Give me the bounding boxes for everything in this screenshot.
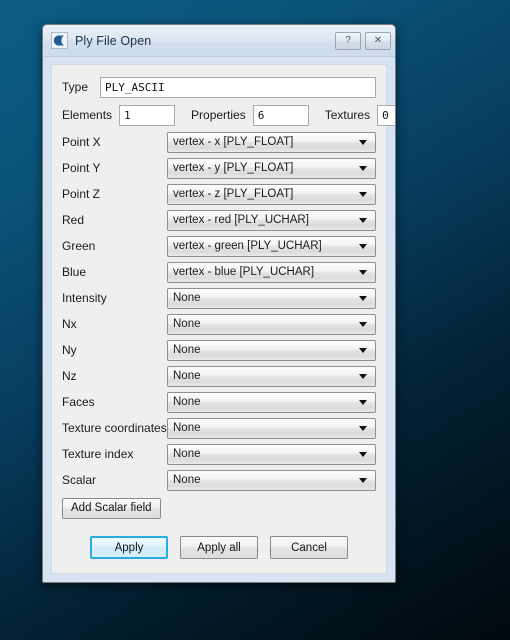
counts-row: Elements 1 Properties 6 Textures 0 [62,101,395,129]
type-row: Type PLY_ASCII [62,73,376,101]
mapping-value: None [173,370,201,382]
mapping-value: None [173,422,201,434]
form-panel: Type PLY_ASCII Elements 1 Properties 6 T… [51,64,395,574]
mapping-label: Nx [62,317,77,331]
mapping-combobox[interactable]: None [167,417,376,439]
chevron-down-icon[interactable] [359,295,367,301]
mapping-combobox[interactable]: None [167,391,376,413]
chevron-down-icon[interactable] [359,139,367,145]
dialog-titlebar[interactable]: Ply File Open ? ✕ [43,25,395,57]
mapping-label: Red [62,213,85,227]
apply-button[interactable]: Apply [90,536,168,559]
mapping-combobox[interactable]: None [167,339,376,361]
mapping-row: Nz None [62,363,376,389]
mapping-value: None [173,396,201,408]
type-input[interactable]: PLY_ASCII [100,76,376,98]
chevron-down-icon[interactable] [359,373,367,379]
textures-label: Textures [324,108,371,122]
mapping-row: Point Y vertex - y [PLY_FLOAT] [62,155,376,181]
mapping-row: Blue vertex - blue [PLY_UCHAR] [62,259,376,285]
elements-label: Elements [62,108,113,122]
mapping-combobox[interactable]: vertex - red [PLY_UCHAR] [167,209,376,231]
cancel-button[interactable]: Cancel [270,536,348,559]
mapping-value: None [173,318,201,330]
chevron-down-icon[interactable] [359,269,367,275]
apply-all-button[interactable]: Apply all [180,536,258,559]
mapping-value: None [173,448,201,460]
mapping-row: Point X vertex - x [PLY_FLOAT] [62,129,376,155]
chevron-down-icon[interactable] [359,321,367,327]
chevron-down-icon[interactable] [359,347,367,353]
dialog-button-bar: Apply Apply all Cancel [52,536,386,559]
properties-label: Properties [191,108,246,122]
chevron-down-icon[interactable] [359,451,367,457]
mapping-row: Red vertex - red [PLY_UCHAR] [62,207,376,233]
textures-input[interactable]: 0 [377,104,395,126]
mapping-label: Point X [62,135,101,149]
mapping-combobox[interactable]: vertex - y [PLY_FLOAT] [167,157,376,179]
dialog-body: Type PLY_ASCII Elements 1 Properties 6 T… [43,57,395,582]
titlebar-buttons: ? ✕ [335,31,391,50]
mapping-combobox[interactable]: vertex - blue [PLY_UCHAR] [167,261,376,283]
mapping-combobox[interactable]: vertex - z [PLY_FLOAT] [167,183,376,205]
mapping-label: Point Y [62,161,101,175]
chevron-down-icon[interactable] [359,477,367,483]
close-button[interactable]: ✕ [365,31,391,50]
help-button[interactable]: ? [335,31,361,50]
mapping-label: Blue [62,265,87,279]
mapping-row: Texture coordinates None [62,415,376,441]
mapping-value: vertex - blue [PLY_UCHAR] [173,266,315,278]
mapping-combobox[interactable]: None [167,443,376,465]
chevron-down-icon[interactable] [359,217,367,223]
type-label: Type [62,80,89,94]
properties-input[interactable]: 6 [252,104,309,126]
mapping-label: Nz [62,369,77,383]
dialog-title: Ply File Open [75,33,152,48]
mapping-combobox[interactable]: None [167,313,376,335]
desktop-background: Ply File Open ? ✕ Type PLY_ASCII Element… [0,0,510,640]
mapping-combobox[interactable]: vertex - green [PLY_UCHAR] [167,235,376,257]
mapping-label: Intensity [62,291,107,305]
mapping-label: Texture coordinates [62,421,167,435]
mapping-combobox[interactable]: None [167,469,376,491]
mapping-row: Nx None [62,311,376,337]
chevron-down-icon[interactable] [359,425,367,431]
field-mapping-list: Point X vertex - x [PLY_FLOAT] Point Y vert… [62,129,376,493]
add-scalar-row: Add Scalar field [62,493,376,523]
mapping-row: Texture index None [62,441,376,467]
mapping-label: Ny [62,343,77,357]
mapping-label: Point Z [62,187,101,201]
chevron-down-icon[interactable] [359,165,367,171]
mapping-value: vertex - z [PLY_FLOAT] [173,188,294,200]
mapping-value: vertex - red [PLY_UCHAR] [173,214,309,226]
mapping-row: Point Z vertex - z [PLY_FLOAT] [62,181,376,207]
mapping-combobox[interactable]: vertex - x [PLY_FLOAT] [167,131,376,153]
chevron-down-icon[interactable] [359,243,367,249]
mapping-value: None [173,292,201,304]
mapping-row: Scalar None [62,467,376,493]
elements-input[interactable]: 1 [119,104,176,126]
mapping-value: vertex - x [PLY_FLOAT] [173,136,294,148]
mapping-label: Texture index [62,447,134,461]
mapping-row: Faces None [62,389,376,415]
mapping-label: Faces [62,395,95,409]
mapping-value: None [173,344,201,356]
mapping-row: Ny None [62,337,376,363]
add-scalar-field-button[interactable]: Add Scalar field [62,497,161,519]
mapping-value: vertex - y [PLY_FLOAT] [173,162,294,174]
mapping-combobox[interactable]: None [167,365,376,387]
mapping-label: Green [62,239,96,253]
mapping-row: Green vertex - green [PLY_UCHAR] [62,233,376,259]
ply-file-open-dialog: Ply File Open ? ✕ Type PLY_ASCII Element… [42,24,396,583]
chevron-down-icon[interactable] [359,399,367,405]
mapping-label: Scalar [62,473,97,487]
mapping-row: Intensity None [62,285,376,311]
cloudcompare-logo-icon [51,32,68,49]
chevron-down-icon[interactable] [359,191,367,197]
mapping-combobox[interactable]: None [167,287,376,309]
mapping-value: None [173,474,201,486]
mapping-value: vertex - green [PLY_UCHAR] [173,240,322,252]
